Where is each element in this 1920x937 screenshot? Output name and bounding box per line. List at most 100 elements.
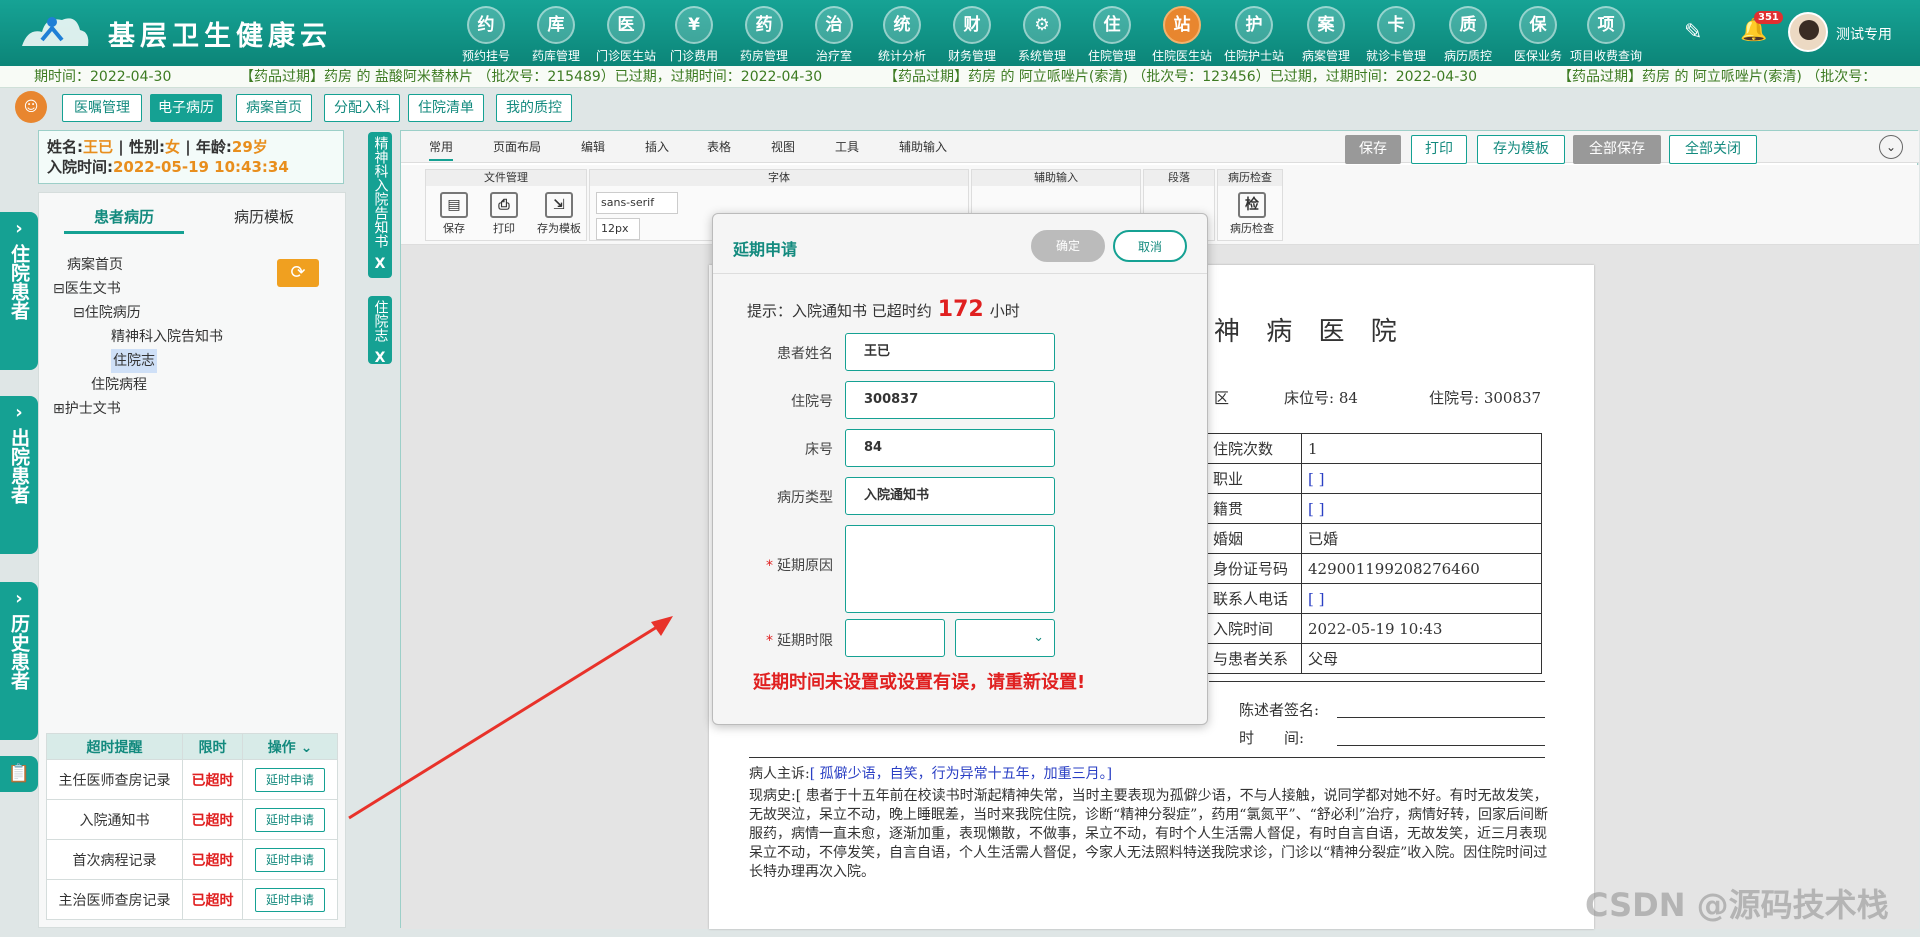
field-value[interactable]: 429001199208276460 [1301,553,1542,584]
chevron-down-icon[interactable]: ⌄ [1879,135,1903,159]
nav-item[interactable]: 卡就诊卡管理 [1360,4,1432,64]
field-value[interactable]: [ ] [1301,583,1542,614]
tab-emr[interactable]: 电子病历 [150,94,222,122]
ribbon-save-button[interactable]: ▤ 保存 [430,192,478,236]
tree-item[interactable]: 精神科入院告知书 [111,325,223,349]
nav-item[interactable]: ⚙ 系统管理 [1006,4,1078,64]
ribbon-tab[interactable]: 插入 [645,138,669,155]
tab-assign-dept[interactable]: 分配入科 [324,94,400,122]
ribbon-tab[interactable]: 常用 [429,138,454,161]
tree-item[interactable]: 住院病程 [91,373,147,397]
print-button[interactable]: 打印 [1411,135,1467,164]
tab-orders[interactable]: 医嘱管理 [62,94,142,122]
tip-text: 提示：入院通知书 已超时约 [747,302,932,320]
clipboard-icon[interactable]: 📋 [0,756,38,792]
save-button[interactable]: 保存 [1345,135,1401,164]
tab-record-templates[interactable]: 病历模板 [204,203,324,231]
close-icon[interactable]: X [368,256,392,273]
nav-item[interactable]: 约预约挂号 [450,4,522,64]
ribbon-tab[interactable]: 视图 [771,138,795,155]
record-type-field[interactable]: 入院通知书 [845,477,1055,515]
nav-label: 统计分析 [877,49,926,63]
nav-item[interactable]: 项项目收费查询 [1570,4,1642,64]
field-value[interactable]: [ ] [1301,463,1542,494]
nav-item[interactable]: 住住院管理 [1076,4,1148,64]
avatar[interactable] [1788,12,1828,52]
nav-item[interactable]: 库药库管理 [520,4,592,64]
tree-item-selected[interactable]: 住院志 [111,349,157,373]
doc-tab-admission-record[interactable]: 住院志 X [368,296,392,367]
ribbon-tab[interactable]: 工具 [835,138,859,155]
tree-item[interactable]: ⊞护士文书 [53,397,121,421]
close-all-button[interactable]: 全部关闭 [1669,135,1757,164]
nav-item[interactable]: 治治疗室 [798,4,870,64]
ribbon-tab[interactable]: 辅助输入 [899,138,947,155]
nav-label: 病历质控 [1443,49,1492,63]
extend-request-button[interactable]: 延时申请 [255,847,325,872]
edit-icon[interactable]: ✎ [1684,20,1702,45]
reason-textarea[interactable] [845,525,1055,613]
field-value[interactable]: 父母 [1301,643,1542,674]
side-tab-history[interactable]: › 历史患者 [0,582,38,740]
present-illness[interactable]: 现病史:[ 患者于十五年前在校读书时渐起精神失常，当时主要表现为孤僻少语，不与人… [749,787,1549,882]
extend-request-button[interactable]: 延时申请 [255,767,325,792]
bed-field[interactable]: 84 [845,429,1055,467]
tree-item[interactable]: 病案首页 [67,253,123,277]
extend-request-button[interactable]: 延时申请 [255,887,325,912]
nav-item[interactable]: 质病历质控 [1432,4,1504,64]
tab-patient-records[interactable]: 患者病历 [64,203,184,234]
patient-name-field[interactable]: 王已 [845,333,1055,371]
nav-label: 住院护士站 [1223,49,1284,63]
username[interactable]: 测试专用 [1836,24,1892,44]
doc-tab-consent[interactable]: 精神科入院告知书 X [368,132,392,278]
save-all-button[interactable]: 全部保存 [1573,135,1661,164]
save-as-template-button[interactable]: 存为模板 [1477,135,1565,164]
tree-label: 住院病历 [84,305,141,321]
side-tab-inpatients[interactable]: › 住院患者 [0,212,38,370]
nav-item[interactable]: 保医保业务 [1502,4,1574,64]
field-value[interactable]: 1 [1301,433,1542,464]
ribbon-template-button[interactable]: ⇲ 存为模板 [530,192,588,236]
field-value[interactable]: [ ] [1301,493,1542,524]
nav-item[interactable]: 药药房管理 [728,4,800,64]
file-group: 文件管理 ▤ 保存 ⎙ 打印 ⇲ 存为模板 [425,169,587,241]
chief-complaint[interactable]: 病人主诉:[ 孤僻少语，自笑，行为异常十五年，加重三月。] [749,765,1549,784]
tab-inpatient-list[interactable]: 住院清单 [408,94,484,122]
close-icon[interactable]: X [368,350,392,367]
nav-item[interactable]: 护住院护士站 [1218,4,1290,64]
collapse-icon[interactable]: ⊟ [73,305,85,321]
ribbon-tab[interactable]: 表格 [707,138,731,155]
extend-request-button[interactable]: 延时申请 [255,807,325,832]
refresh-button[interactable]: ⟳ [277,259,319,287]
column-header[interactable]: 操作 ⌄ [242,733,338,760]
time-label: 时 间: [1239,729,1305,747]
side-tab-discharged[interactable]: › 出院患者 [0,396,38,554]
confirm-button[interactable]: 确定 [1031,230,1105,262]
nav-item[interactable]: ¥ 门诊费用 [658,4,730,64]
font-size-select[interactable]: 12px [596,218,640,240]
tab-my-qc[interactable]: 我的质控 [496,94,572,122]
field-value[interactable]: 已婚 [1301,523,1542,554]
nav-item[interactable]: 案病案管理 [1290,4,1362,64]
expand-icon[interactable]: ⊞ [53,401,65,417]
record-check-button[interactable]: 检病历检查 [1224,192,1280,236]
font-family-select[interactable]: sans-serif [596,192,678,214]
nav-item[interactable]: 医门诊医生站 [590,4,662,64]
nav-item[interactable]: 财财务管理 [936,4,1008,64]
cancel-button[interactable]: 取消 [1113,230,1187,262]
collapse-icon[interactable]: ⊟ [53,281,65,297]
tab-case-home[interactable]: 病案首页 [236,94,312,122]
ribbon-tab[interactable]: 编辑 [581,138,605,155]
tree-item[interactable]: ⊟住院病历 [73,301,141,325]
limit-unit-select[interactable]: ⌄ [955,619,1055,657]
ribbon-print-button[interactable]: ⎙ 打印 [480,192,528,236]
nav-item[interactable]: 统统计分析 [866,4,938,64]
nav-item[interactable]: 站住院医生站 [1146,4,1218,64]
ribbon-tab[interactable]: 页面布局 [493,138,541,155]
admission-no-field[interactable]: 300837 [845,381,1055,419]
field-value[interactable]: 2022-05-19 10:43 [1301,613,1542,644]
tree-item[interactable]: ⊟医生文书 [53,277,121,301]
annotation-arrow [348,616,673,820]
field-label: 住院次数 [1206,433,1302,464]
limit-value-input[interactable] [845,619,945,657]
